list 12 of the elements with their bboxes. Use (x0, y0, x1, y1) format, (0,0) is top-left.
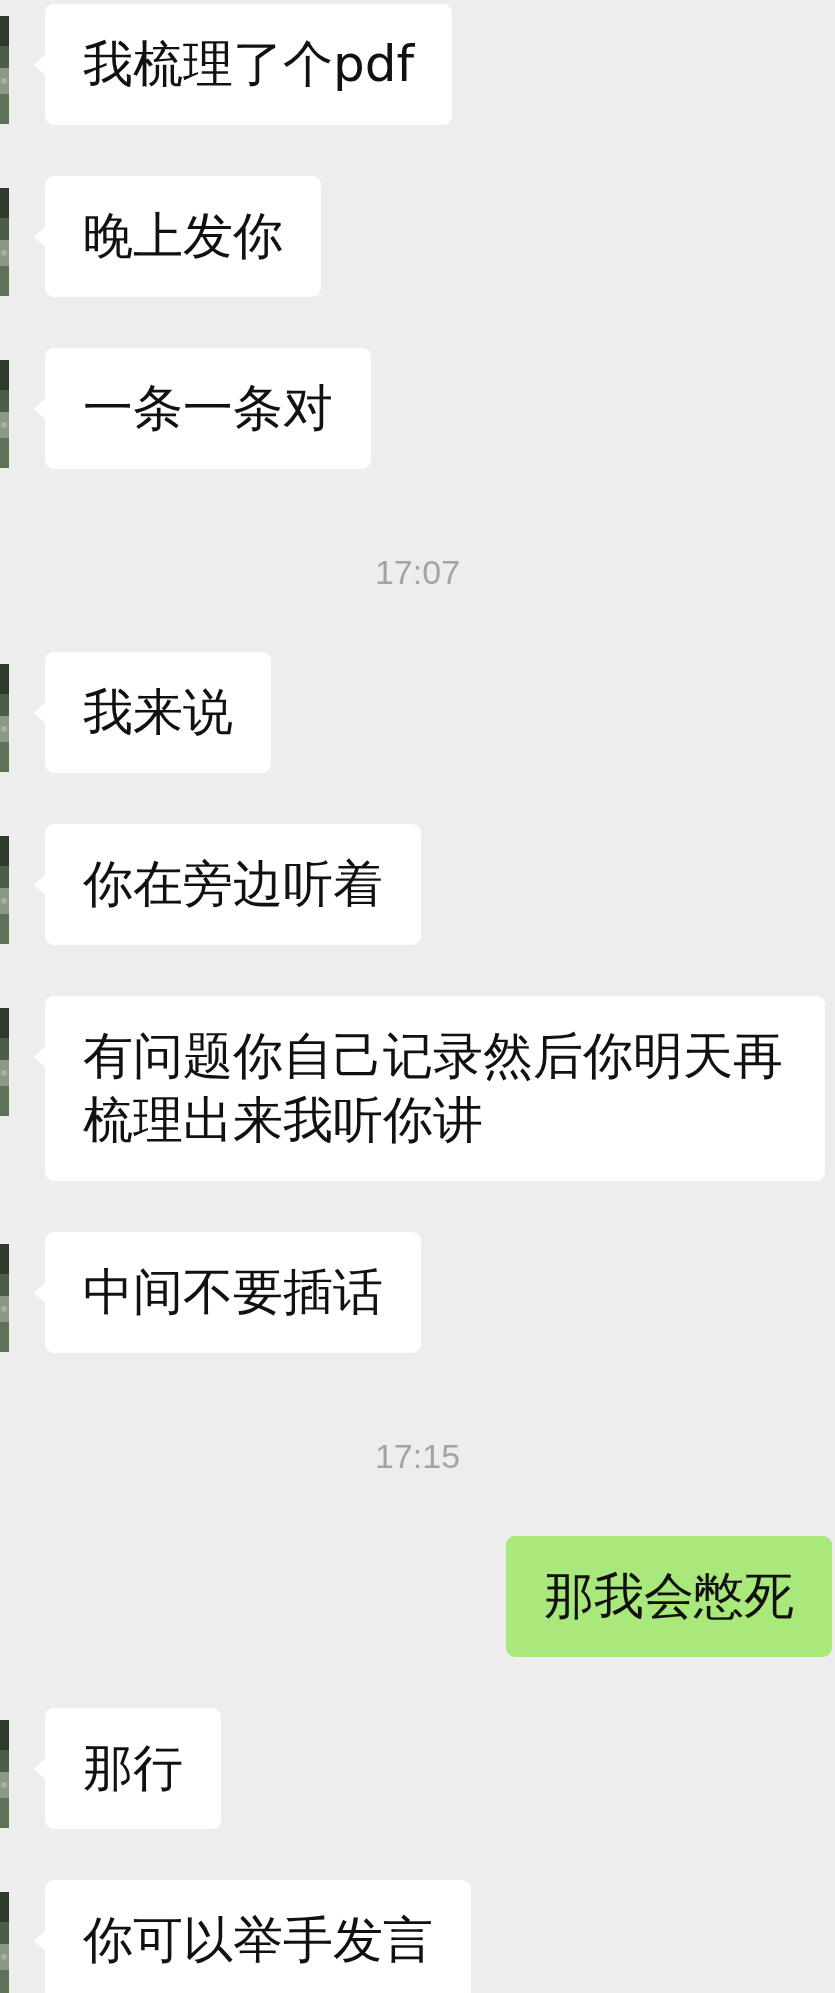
message-bubble: 有问题你自己记录然后你明天再梳理出来我听你讲 (45, 996, 825, 1181)
message-bubble: 你在旁边听着 (45, 824, 421, 945)
message-bubble: 一条一条对 (45, 348, 371, 469)
timestamp: 17:07 (374, 553, 461, 591)
message-bubble: 那行 (45, 1708, 221, 1829)
timestamp: 17:15 (374, 1437, 461, 1475)
message-bubble: 那我会憋死 (506, 1536, 832, 1657)
message-bubble: 中间不要插话 (45, 1232, 421, 1353)
message-bubble: 我梳理了个pdf (45, 4, 453, 125)
message-bubble: 晚上发你 (45, 176, 321, 297)
message-bubble: 你可以举手发言 (45, 1880, 471, 1993)
message-bubble: 我来说 (45, 652, 271, 773)
